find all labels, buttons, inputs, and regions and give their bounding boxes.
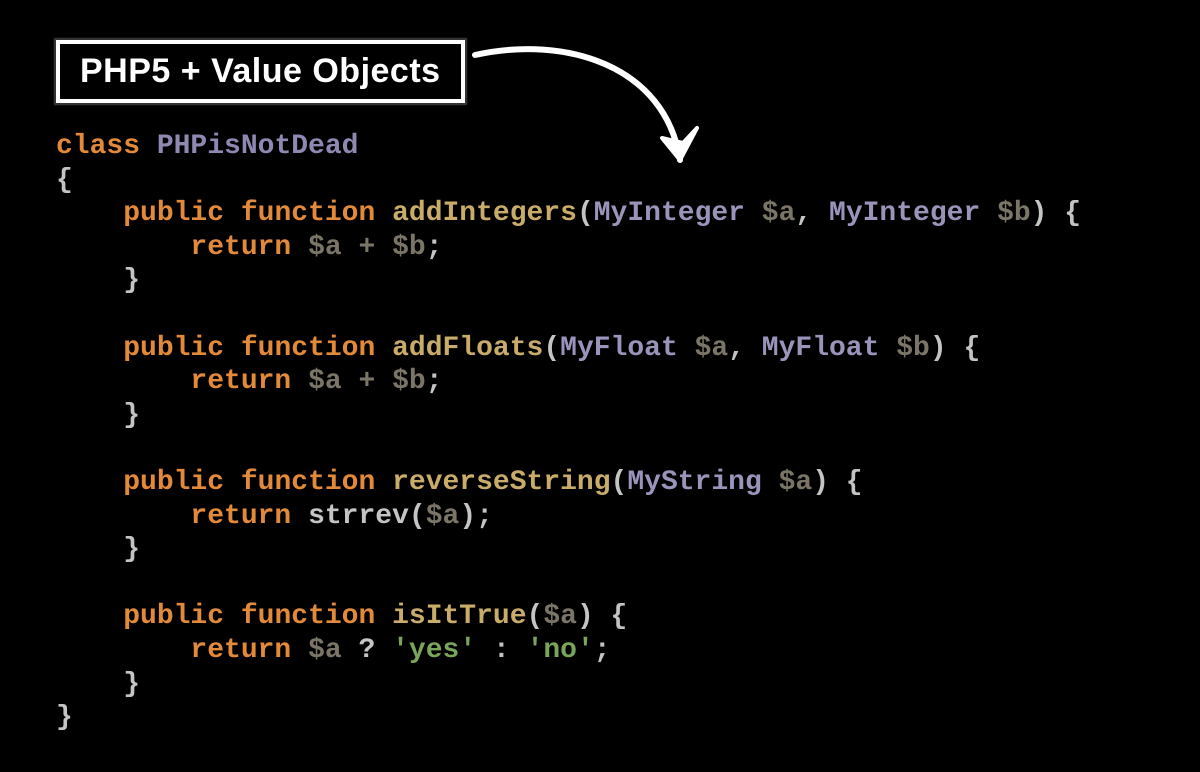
cond: $a — [308, 635, 342, 666]
method-name: reverseString — [392, 467, 610, 498]
kw-public: public — [123, 333, 224, 364]
type-name: MyString — [627, 467, 761, 498]
type-name: MyInteger — [594, 198, 745, 229]
code-block: class PHPisNotDead { public function add… — [56, 130, 1081, 735]
param: $a — [695, 333, 729, 364]
param: $a — [543, 601, 577, 632]
kw-class: class — [56, 131, 140, 162]
string-literal: 'no' — [527, 635, 594, 666]
type-name: MyFloat — [560, 333, 678, 364]
method-name: addFloats — [392, 333, 543, 364]
kw-function: function — [241, 333, 375, 364]
func-call: strrev — [308, 501, 409, 532]
expr: $a + $b — [308, 366, 426, 397]
string-literal: 'yes' — [392, 635, 476, 666]
method-name: isItTrue — [392, 601, 526, 632]
expr: $a + $b — [308, 232, 426, 263]
kw-public: public — [123, 198, 224, 229]
param: $b — [997, 198, 1031, 229]
type-name: MyFloat — [762, 333, 880, 364]
kw-public: public — [123, 601, 224, 632]
kw-return: return — [190, 366, 291, 397]
kw-return: return — [190, 232, 291, 263]
type-name: MyInteger — [829, 198, 980, 229]
kw-return: return — [190, 635, 291, 666]
param: $a — [762, 198, 796, 229]
class-name: PHPisNotDead — [157, 131, 359, 162]
kw-return: return — [190, 501, 291, 532]
kw-function: function — [241, 467, 375, 498]
slide-title: PHP5 + Value Objects — [56, 40, 465, 103]
kw-function: function — [241, 601, 375, 632]
param: $a — [779, 467, 813, 498]
method-name: addIntegers — [392, 198, 577, 229]
arg: $a — [426, 501, 460, 532]
kw-public: public — [123, 467, 224, 498]
kw-function: function — [241, 198, 375, 229]
param: $b — [896, 333, 930, 364]
